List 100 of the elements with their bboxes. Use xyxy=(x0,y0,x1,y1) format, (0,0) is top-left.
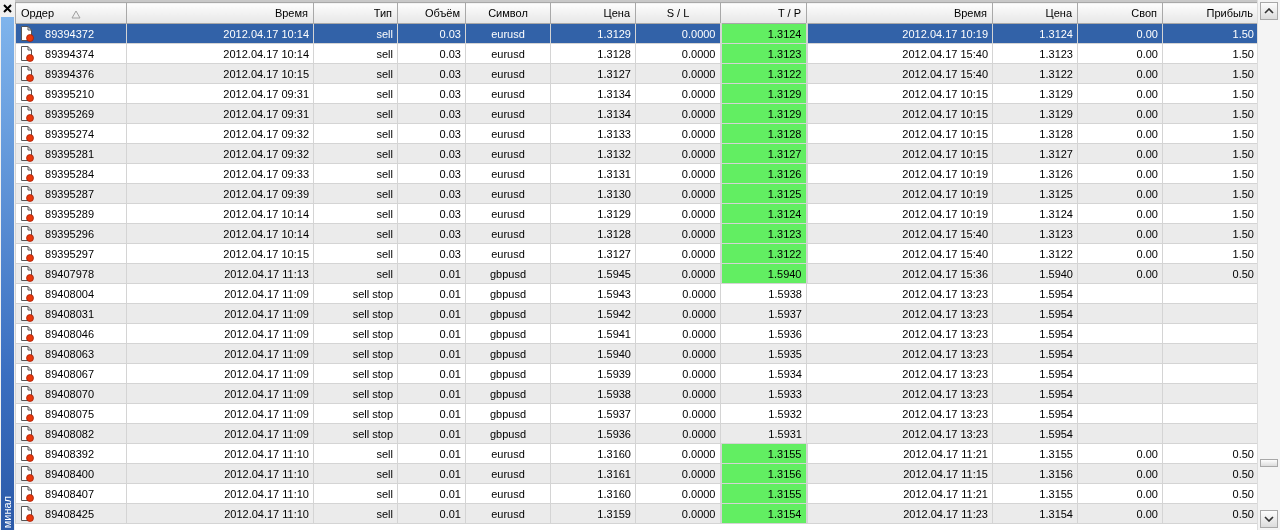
order-number: 89408082 xyxy=(45,427,94,440)
table-cell: 0.01 xyxy=(397,483,466,504)
order-document-icon xyxy=(20,185,34,202)
order-number: 89395284 xyxy=(45,167,94,180)
order-document-icon xyxy=(20,45,34,62)
table-cell: 2012.04.17 11:21 xyxy=(806,483,993,504)
table-cell: eurusd xyxy=(465,443,551,464)
column-header[interactable]: Цена xyxy=(992,2,1078,24)
table-cell: 1.5939 xyxy=(550,363,636,384)
table-row[interactable]: 89408004 2012.04.17 11:09 sell stop 0.01 gbpusd 1.5943 0.0000 1.5938 2012.04.17 13:23 1.5954 xyxy=(15,283,1257,304)
order-document-icon xyxy=(20,425,34,442)
table-row[interactable]: 89408425 2012.04.17 11:10 sell 0.01 eurusd 1.3159 0.0000 1.3154 2012.04.17 11:23 1.3154 0.00 0.50 xyxy=(15,503,1257,524)
take-profit-cell: 1.5940 xyxy=(720,263,807,284)
order-number: 89395289 xyxy=(45,207,94,220)
table-row[interactable]: 89395287 2012.04.17 09:39 sell 0.03 eurusd 1.3130 0.0000 1.3125 2012.04.17 10:19 1.3125 0.00 1.50 xyxy=(15,183,1257,204)
order-document-icon xyxy=(20,125,34,142)
table-cell: 0.01 xyxy=(397,323,466,344)
table-cell: sell xyxy=(313,83,398,104)
table-cell: 2012.04.17 09:32 xyxy=(126,123,314,144)
take-profit-cell: 1.3123 xyxy=(720,223,807,244)
order-number: 89408067 xyxy=(45,367,94,380)
table-row[interactable]: 89395269 2012.04.17 09:31 sell 0.03 eurusd 1.3134 0.0000 1.3129 2012.04.17 10:15 1.3129 0.00 1.50 xyxy=(15,103,1257,124)
table-cell: 0.03 xyxy=(397,43,466,64)
table-cell: 1.3128 xyxy=(992,123,1078,144)
order-document-icon xyxy=(20,165,34,182)
table-row[interactable]: 89408031 2012.04.17 11:09 sell stop 0.01 gbpusd 1.5942 0.0000 1.5937 2012.04.17 13:23 1.5954 xyxy=(15,303,1257,324)
column-header[interactable]: Цена xyxy=(550,2,636,24)
order-document-icon xyxy=(20,285,34,302)
column-header[interactable]: Прибыль xyxy=(1162,2,1257,24)
table-row[interactable]: 89408070 2012.04.17 11:09 sell stop 0.01 gbpusd 1.5938 0.0000 1.5933 2012.04.17 13:23 1.5954 xyxy=(15,383,1257,404)
column-header[interactable]: S / L xyxy=(635,2,721,24)
table-cell: 1.3155 xyxy=(992,443,1078,464)
table-cell: sell xyxy=(313,443,398,464)
take-profit-cell: 1.3127 xyxy=(720,143,807,164)
take-profit-cell: 1.3126 xyxy=(720,163,807,184)
table-cell: 2012.04.17 10:15 xyxy=(806,83,993,104)
column-header[interactable]: Время xyxy=(806,2,993,24)
take-profit-cell: 1.3123 xyxy=(720,43,807,64)
table-cell: eurusd xyxy=(465,203,551,224)
column-header[interactable]: Символ xyxy=(465,2,551,24)
table-cell: 2012.04.17 09:33 xyxy=(126,163,314,184)
table-cell: sell xyxy=(313,163,398,184)
order-number: 89408063 xyxy=(45,347,94,360)
column-header[interactable]: Объём xyxy=(397,2,466,24)
take-profit-cell: 1.3125 xyxy=(720,183,807,204)
table-cell: 1.3129 xyxy=(550,203,636,224)
table-cell: eurusd xyxy=(465,43,551,64)
table-cell: 2012.04.17 10:19 xyxy=(806,163,993,184)
table-cell: eurusd xyxy=(465,243,551,264)
order-number: 89408046 xyxy=(45,327,94,340)
table-cell: 2012.04.17 13:23 xyxy=(806,403,993,424)
order-document-icon xyxy=(20,305,34,322)
table-cell: 1.3128 xyxy=(550,43,636,64)
side-panel-tab[interactable]: минал xyxy=(1,17,14,530)
table-row[interactable]: 89407978 2012.04.17 11:13 sell 0.01 gbpusd 1.5945 0.0000 1.5940 2012.04.17 15:36 1.5940 0.00 0.50 xyxy=(15,263,1257,284)
table-cell: 2012.04.17 11:09 xyxy=(126,363,314,384)
take-profit-cell: 1.5938 xyxy=(720,283,807,304)
order-document-icon xyxy=(20,485,34,502)
table-row[interactable]: 89408046 2012.04.17 11:09 sell stop 0.01 gbpusd 1.5941 0.0000 1.5936 2012.04.17 13:23 1.5954 xyxy=(15,323,1257,344)
order-number: 89408070 xyxy=(45,387,94,400)
table-cell: 1.5954 xyxy=(992,403,1078,424)
table-cell: 1.5954 xyxy=(992,283,1078,304)
table-row[interactable]: 89408067 2012.04.17 11:09 sell stop 0.01 gbpusd 1.5939 0.0000 1.5934 2012.04.17 13:23 1.5954 xyxy=(15,363,1257,384)
column-header[interactable]: Тип xyxy=(313,2,398,24)
order-number: 89394372 xyxy=(45,27,94,40)
column-header[interactable]: Ордер xyxy=(15,2,127,24)
table-cell: 1.3124 xyxy=(992,203,1078,224)
order-number: 89395281 xyxy=(45,147,94,160)
scroll-thumb[interactable] xyxy=(1260,459,1278,467)
table-cell: 0.0000 xyxy=(635,323,721,344)
table-cell: 1.3131 xyxy=(550,163,636,184)
order-document-icon xyxy=(20,205,34,222)
table-row[interactable]: 89408400 2012.04.17 11:10 sell 0.01 eurusd 1.3161 0.0000 1.3156 2012.04.17 11:15 1.3156 0.00 0.50 xyxy=(15,463,1257,484)
table-row[interactable]: 89408082 2012.04.17 11:09 sell stop 0.01 gbpusd 1.5936 0.0000 1.5931 2012.04.17 13:23 1.5954 xyxy=(15,423,1257,444)
column-header[interactable]: T / P xyxy=(720,2,807,24)
table-cell: 0.0000 xyxy=(635,403,721,424)
table-row[interactable]: 89395281 2012.04.17 09:32 sell 0.03 eurusd 1.3132 0.0000 1.3127 2012.04.17 10:15 1.3127 0.00 1.50 xyxy=(15,143,1257,164)
vertical-scrollbar[interactable] xyxy=(1257,0,1280,530)
order-document-icon xyxy=(20,105,34,122)
column-header[interactable]: Время xyxy=(126,2,314,24)
scroll-down-button[interactable] xyxy=(1260,510,1278,528)
order-document-icon xyxy=(20,505,34,522)
order-number: 89395210 xyxy=(45,87,94,100)
table-row[interactable]: 89394376 2012.04.17 10:15 sell 0.03 eurusd 1.3127 0.0000 1.3122 2012.04.17 15:40 1.3122 0.00 1.50 xyxy=(15,63,1257,84)
column-header[interactable]: Своп xyxy=(1077,2,1163,24)
table-cell: 2012.04.17 11:21 xyxy=(806,443,993,464)
table-cell: 0.0000 xyxy=(635,283,721,304)
scroll-up-button[interactable] xyxy=(1260,2,1278,20)
table-row[interactable]: 89408075 2012.04.17 11:09 sell stop 0.01 gbpusd 1.5937 0.0000 1.5932 2012.04.17 13:23 1.5954 xyxy=(15,403,1257,424)
order-document-icon xyxy=(20,245,34,262)
table-cell: 0.03 xyxy=(397,123,466,144)
table-cell: 0.01 xyxy=(397,443,466,464)
table-row[interactable]: 89394372 2012.04.17 10:14 sell 0.03 eurusd 1.3129 0.0000 1.3124 2012.04.17 10:19 1.3124 0.00 1.50 xyxy=(15,23,1257,44)
table-row[interactable]: 89408063 2012.04.17 11:09 sell stop 0.01 gbpusd 1.5940 0.0000 1.5935 2012.04.17 13:23 1.5954 xyxy=(15,343,1257,364)
take-profit-cell: 1.3155 xyxy=(720,483,807,504)
table-cell: gbpusd xyxy=(465,363,551,384)
table-cell: 1.3134 xyxy=(550,83,636,104)
table-cell: 1.3160 xyxy=(550,443,636,464)
table-row[interactable]: 89395296 2012.04.17 10:14 sell 0.03 eurusd 1.3128 0.0000 1.3123 2012.04.17 15:40 1.3123 0.00 1.50 xyxy=(15,223,1257,244)
table-cell: 2012.04.17 15:40 xyxy=(806,43,993,64)
